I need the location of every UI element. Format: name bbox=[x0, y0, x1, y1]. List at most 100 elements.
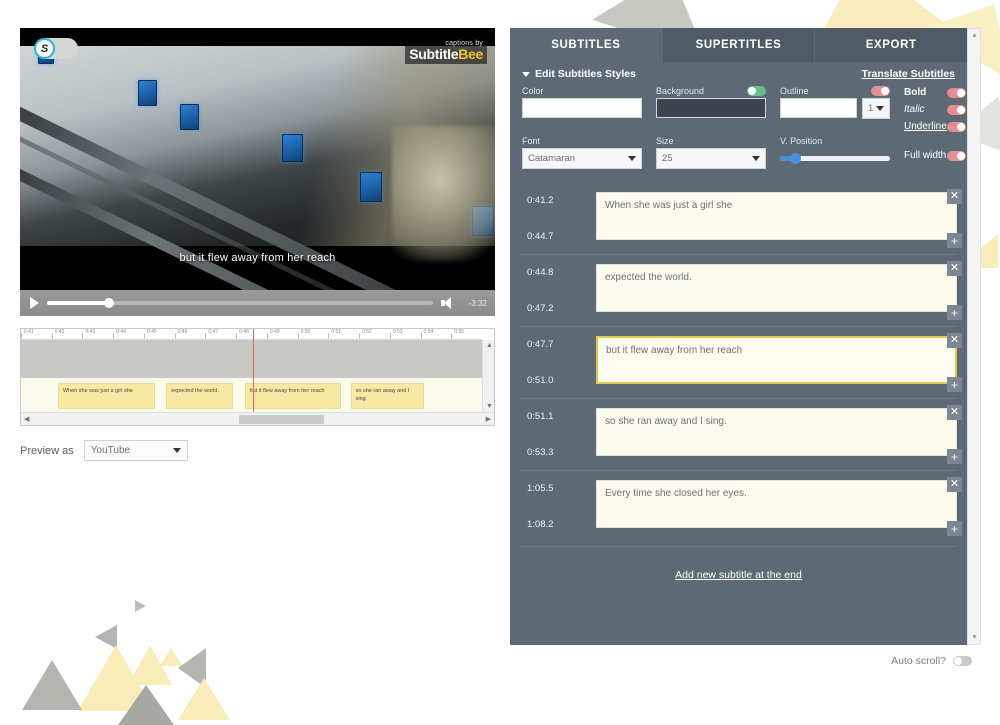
subtitle-text-input[interactable] bbox=[596, 408, 957, 456]
underline-toggle[interactable] bbox=[946, 121, 966, 132]
delete-subtitle-icon[interactable]: ✕ bbox=[947, 261, 962, 276]
size-field: Size 25 bbox=[656, 136, 766, 169]
timeline-tick-label: 0:46 bbox=[177, 329, 188, 335]
preview-as-value: YouTube bbox=[90, 445, 131, 456]
outline-width-select[interactable]: 1 bbox=[862, 98, 890, 119]
delete-subtitle-icon[interactable]: ✕ bbox=[947, 333, 962, 348]
timeline-scroll-thumb[interactable] bbox=[238, 415, 324, 424]
timeline-tick: 0:49 bbox=[266, 329, 298, 339]
subtitle-end-time[interactable]: 0:47.2 bbox=[527, 303, 586, 314]
panel-scroll-down-icon[interactable]: ▼ bbox=[971, 634, 978, 641]
subtitle-text-wrap: ✕+ bbox=[596, 189, 962, 248]
video-player[interactable]: S captions by SubtitleBee but it flew aw… bbox=[20, 28, 495, 290]
add-subtitle-below-icon[interactable]: + bbox=[947, 521, 962, 536]
panel-scroll-up-icon[interactable]: ▲ bbox=[971, 32, 978, 39]
subtitle-end-time[interactable]: 1:08.2 bbox=[527, 519, 586, 530]
preview-as-row: Preview as YouTube bbox=[20, 440, 495, 461]
vposition-slider-wrap bbox=[780, 148, 890, 164]
subtitle-text-input[interactable] bbox=[596, 192, 957, 240]
subtitle-end-time[interactable]: 0:53.3 bbox=[527, 447, 586, 458]
subtitle-toggle-knob: S bbox=[34, 38, 55, 59]
subtitle-text-wrap: ✕+ bbox=[596, 333, 962, 392]
delete-subtitle-icon[interactable]: ✕ bbox=[947, 477, 962, 492]
timeline-playhead[interactable] bbox=[252, 329, 255, 412]
subtitle-text-input[interactable] bbox=[596, 264, 957, 312]
video-time-remaining: -3:32 bbox=[468, 298, 487, 308]
outline-controls: 1 bbox=[780, 98, 890, 119]
subtitle-row[interactable]: 0:41.20:44.7✕+ bbox=[520, 183, 962, 254]
auto-scroll-row: Auto scroll? bbox=[891, 655, 972, 667]
delete-subtitle-icon[interactable]: ✕ bbox=[947, 405, 962, 420]
italic-toggle[interactable] bbox=[946, 104, 966, 115]
subtitle-end-time[interactable]: 0:51.0 bbox=[527, 375, 586, 386]
subtitle-end-time[interactable]: 0:44.7 bbox=[527, 231, 586, 242]
subtitle-onoff-toggle[interactable]: S bbox=[34, 38, 78, 59]
subtitle-start-time[interactable]: 1:05.5 bbox=[527, 483, 586, 494]
subtitle-text-input[interactable] bbox=[596, 480, 957, 528]
ad-screen-2 bbox=[138, 80, 157, 106]
auto-scroll-toggle-knob bbox=[954, 657, 962, 665]
background-toggle[interactable] bbox=[747, 86, 766, 96]
video-progress-knob[interactable] bbox=[103, 298, 114, 308]
video-progress-slider[interactable] bbox=[47, 298, 433, 308]
subtitle-timeline[interactable]: 0:41 0:42 0:43 0:44 0:45 0:46 0:47 0:48 0:49 0:50… bbox=[20, 328, 495, 426]
video-controls-bar[interactable]: -3:32 bbox=[20, 290, 495, 316]
background-swatch[interactable] bbox=[656, 98, 766, 118]
timeline-subtitle-block[interactable]: but it flew away from her reach bbox=[244, 383, 342, 409]
outline-toggle[interactable] bbox=[871, 86, 890, 96]
subtitle-row[interactable]: 0:47.70:51.0✕+ bbox=[520, 326, 962, 398]
tab-export[interactable]: EXPORT bbox=[815, 28, 968, 62]
tab-supertitles[interactable]: SUPERTITLES bbox=[662, 28, 816, 62]
styles-grid: Color Background Outline 1 Bold Italic U… bbox=[510, 84, 967, 177]
subtitle-row[interactable]: 0:44.8 0:47.2 ✕ + bbox=[520, 254, 962, 326]
subtitle-row[interactable]: 1:05.5 1:08.2 ✕ + bbox=[520, 470, 962, 542]
timeline-subtitle-block[interactable]: so she ran away and I sing bbox=[350, 383, 425, 409]
subtitle-text-input[interactable] bbox=[596, 336, 957, 384]
subtitle-row[interactable]: 0:51.1 0:53.3 ✕ + bbox=[520, 398, 962, 470]
timeline-subtitle-block[interactable]: expected the world. bbox=[166, 383, 234, 409]
color-swatch[interactable] bbox=[522, 98, 642, 118]
panel-scrollbar[interactable]: ▲ ▼ bbox=[967, 28, 981, 645]
add-subtitle-below-icon[interactable]: + bbox=[947, 233, 962, 248]
timeline-tick-label: 0:49 bbox=[269, 329, 280, 335]
edit-styles-toggle[interactable]: Edit Subtitles Styles bbox=[522, 68, 636, 80]
bold-toggle[interactable] bbox=[946, 87, 966, 98]
timeline-subtitle-lane[interactable]: When she was just a girl she expected the… bbox=[21, 378, 482, 414]
add-subtitle-below-icon[interactable]: + bbox=[947, 377, 962, 392]
outline-swatch[interactable] bbox=[780, 98, 857, 118]
timeline-scroll-right-icon[interactable]: ▶ bbox=[486, 416, 491, 423]
translate-subtitles-link[interactable]: Translate Subtitles bbox=[862, 68, 955, 80]
auto-scroll-label: Auto scroll? bbox=[891, 655, 946, 667]
timeline-scroll-up-icon[interactable]: ▲ bbox=[486, 342, 493, 349]
preview-as-select[interactable]: YouTube bbox=[83, 440, 188, 461]
bold-label: Bold bbox=[904, 87, 927, 98]
subtitle-start-time[interactable]: 0:44.8 bbox=[527, 267, 586, 278]
vposition-slider-knob[interactable] bbox=[790, 153, 802, 164]
tab-subtitles[interactable]: SUBTITLES bbox=[510, 28, 663, 62]
timeline-tick-label: 0:50 bbox=[300, 329, 311, 335]
add-subtitle-below-icon[interactable]: + bbox=[947, 449, 962, 464]
size-value: 25 bbox=[662, 153, 673, 164]
auto-scroll-toggle[interactable] bbox=[953, 656, 972, 666]
timeline-horizontal-scrollbar[interactable]: ◀ ▶ bbox=[21, 412, 494, 425]
vposition-slider[interactable] bbox=[780, 153, 890, 164]
size-select[interactable]: 25 bbox=[656, 148, 766, 169]
chevron-down-icon bbox=[172, 448, 181, 453]
timeline-scroll-down-icon[interactable]: ▼ bbox=[486, 403, 493, 410]
subtitle-start-time[interactable]: 0:47.7 bbox=[527, 339, 586, 350]
add-subtitle-below-icon[interactable]: + bbox=[947, 305, 962, 320]
subtitle-start-time[interactable]: 0:51.1 bbox=[527, 411, 586, 422]
play-icon[interactable] bbox=[30, 297, 39, 309]
font-select[interactable]: Catamaran bbox=[522, 148, 642, 169]
timeline-tick-label: 0:53 bbox=[392, 329, 403, 335]
subtitle-times: 0:44.8 0:47.2 bbox=[522, 264, 586, 317]
fullwidth-toggle[interactable] bbox=[946, 150, 966, 161]
add-new-subtitle-link[interactable]: Add new subtitle at the end bbox=[675, 569, 802, 581]
timeline-vertical-scrollbar[interactable]: ▲ ▼ bbox=[482, 340, 494, 412]
timeline-scroll-left-icon[interactable]: ◀ bbox=[24, 416, 29, 423]
subtitle-start-time[interactable]: 0:41.2 bbox=[527, 195, 586, 206]
timeline-subtitle-block[interactable]: When she was just a girl she bbox=[57, 383, 155, 409]
speaker-icon[interactable] bbox=[441, 296, 455, 310]
timeline-tick: 0:41 bbox=[21, 329, 52, 339]
delete-subtitle-icon[interactable]: ✕ bbox=[947, 189, 962, 204]
